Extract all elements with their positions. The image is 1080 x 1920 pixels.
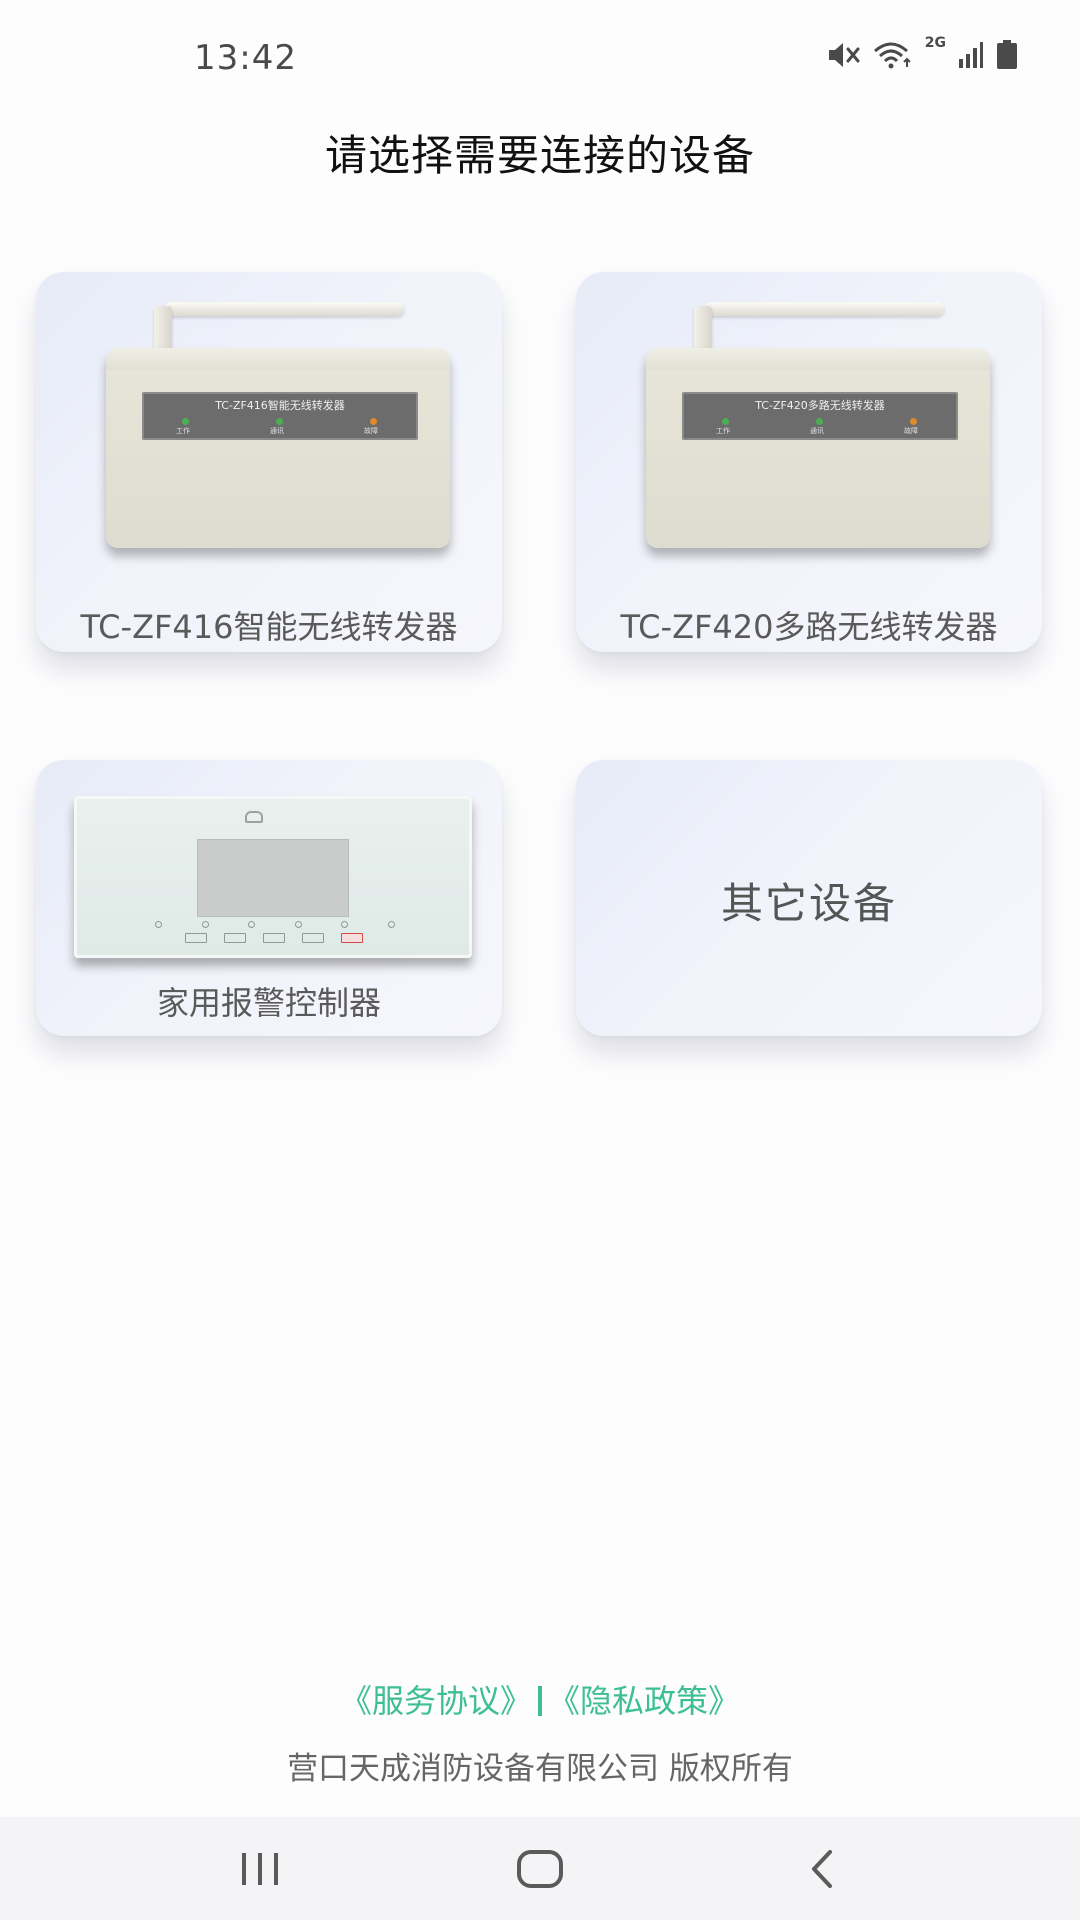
home-icon [517, 1850, 563, 1888]
device-front-panel: TC-ZF420多路无线转发器 工作 通讯 故障 [682, 392, 958, 440]
led-work [182, 418, 189, 425]
back-icon [812, 1850, 832, 1888]
device-front-panel: TC-ZF416智能无线转发器 工作 通讯 故障 [142, 392, 418, 440]
device-selection-screen: 13:42 2G 请选择需要连接的设备 TC-ZF416智能无线转发器 工作 通… [0, 0, 1080, 1920]
status-bar: 13:42 2G [0, 0, 1080, 120]
led-comm [816, 418, 823, 425]
status-icons: 2G [827, 35, 1018, 70]
signal-icon [958, 41, 984, 69]
link-separator [538, 1686, 542, 1716]
panel-model-text: TC-ZF416智能无线转发器 [215, 399, 345, 412]
wifi-icon [873, 41, 913, 69]
alarm-controller-image [74, 796, 472, 958]
service-agreement-link[interactable]: 《服务协议》 [340, 1682, 532, 1720]
repeater-device-image: TC-ZF420多路无线转发器 工作 通讯 故障 [646, 302, 990, 562]
device-card-label: TC-ZF416智能无线转发器 [80, 608, 458, 646]
recent-apps-icon [242, 1853, 278, 1885]
controller-display [197, 839, 349, 917]
repeater-device-image: TC-ZF416智能无线转发器 工作 通讯 故障 [106, 302, 450, 562]
mute-icon [827, 41, 861, 69]
device-card-label: 其它设备 [720, 879, 897, 928]
recent-apps-button[interactable] [210, 1837, 310, 1901]
battery-icon [996, 40, 1018, 70]
panel-model-text: TC-ZF420多路无线转发器 [755, 399, 885, 412]
device-card-other[interactable]: 其它设备 [576, 760, 1042, 1036]
device-card-home-alarm-controller[interactable]: 家用报警控制器 [36, 760, 502, 1036]
brand-logo [245, 811, 269, 823]
led-fault [910, 418, 917, 425]
system-navigation-bar [0, 1817, 1080, 1920]
copyright-text: 营口天成消防设备有限公司 版权所有 [287, 1751, 793, 1787]
led-work [722, 418, 729, 425]
home-button[interactable] [490, 1837, 590, 1901]
back-button[interactable] [772, 1837, 872, 1901]
status-time: 13:42 [194, 38, 297, 78]
device-card-label: 家用报警控制器 [156, 984, 381, 1022]
network-type-label: 2G [924, 35, 946, 51]
device-card-tc-zf420[interactable]: TC-ZF420多路无线转发器 工作 通讯 故障 TC-ZF420多路无线转发器 [576, 272, 1042, 652]
device-card-tc-zf416[interactable]: TC-ZF416智能无线转发器 工作 通讯 故障 TC-ZF416智能无线转发器 [36, 272, 502, 652]
antenna [704, 302, 944, 316]
led-fault [370, 418, 377, 425]
footer-links: 《服务协议》 《隐私政策》 [0, 1676, 1080, 1722]
antenna [164, 302, 404, 316]
led-comm [276, 418, 283, 425]
privacy-policy-link[interactable]: 《隐私政策》 [548, 1682, 740, 1720]
device-card-label: TC-ZF420多路无线转发器 [620, 608, 998, 646]
page-title: 请选择需要连接的设备 [324, 131, 755, 180]
